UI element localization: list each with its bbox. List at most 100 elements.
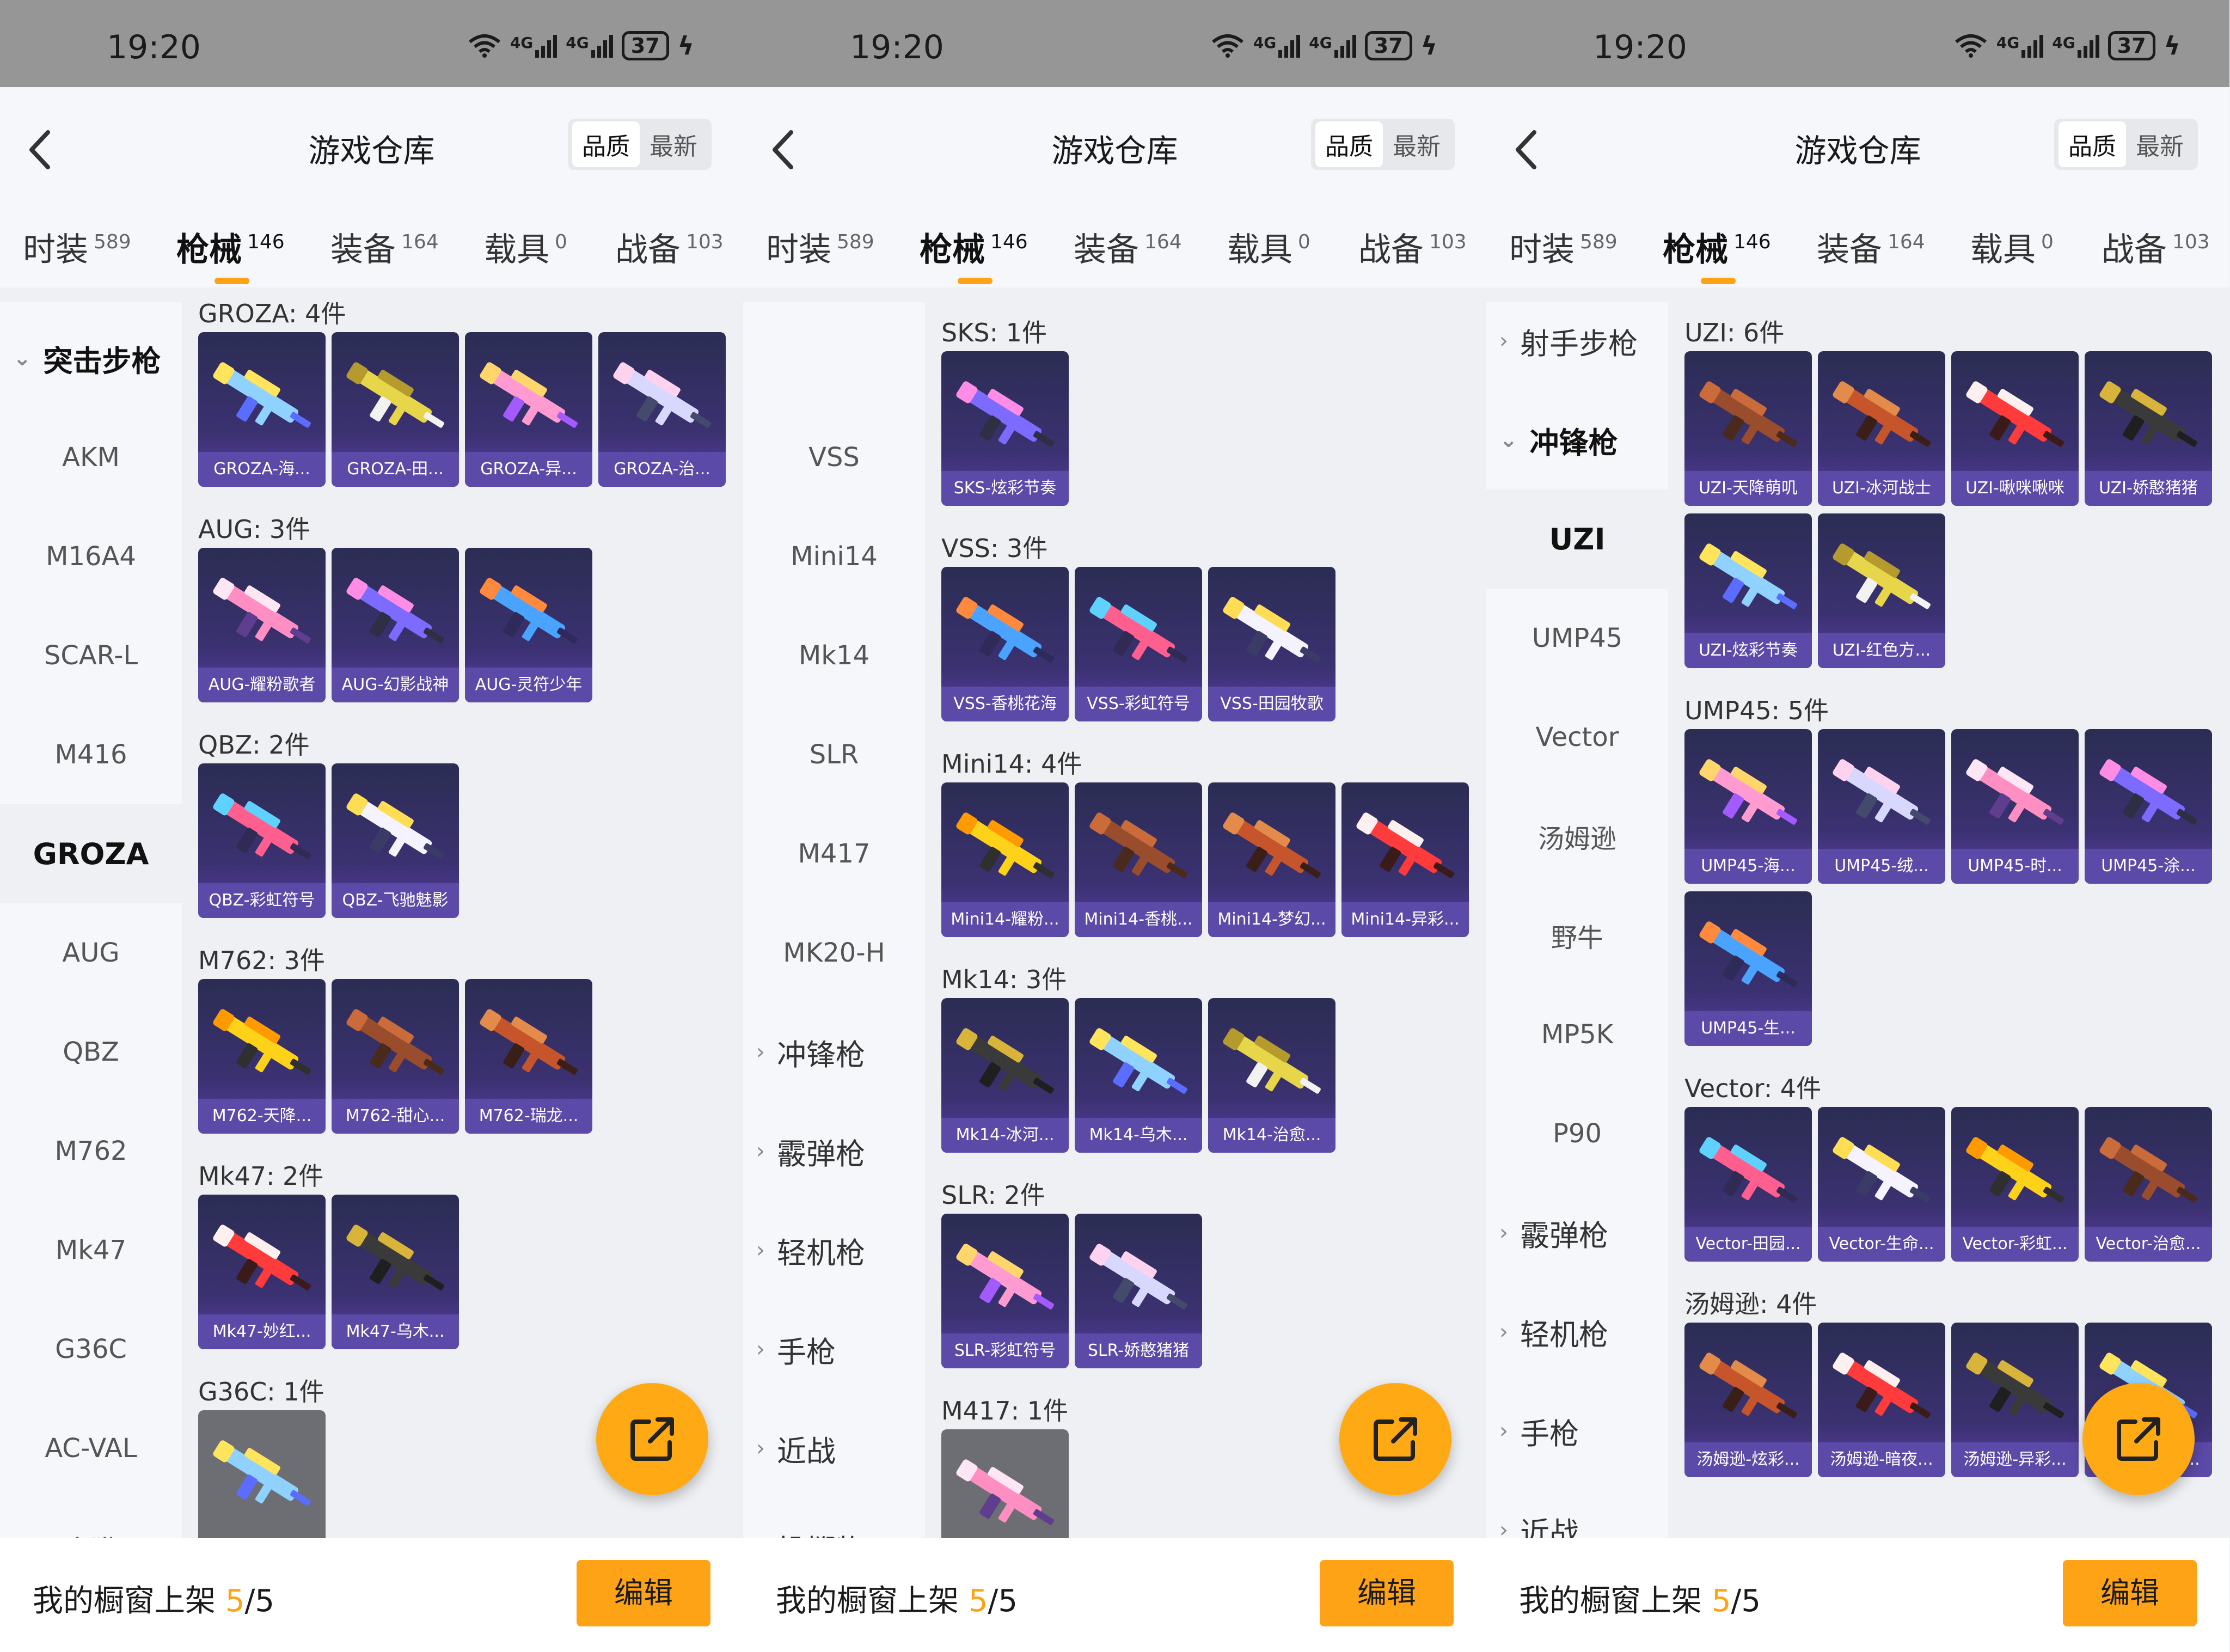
weapon-skin-card[interactable]: VSS-田园牧歌 [1208, 567, 1335, 721]
weapon-skin-card[interactable]: VSS-香桃花海 [941, 567, 1069, 721]
sidebar-item[interactable]: › 轻机枪 [1486, 1282, 1668, 1381]
sidebar-item[interactable]: › 手枪 [1486, 1381, 1668, 1480]
tab-3[interactable]: 载具 0 [1227, 223, 1310, 271]
sidebar-item[interactable]: SKS [743, 302, 925, 326]
weapon-skin-card[interactable]: 汤姆逊-暗夜... [1818, 1323, 1945, 1477]
sidebar-item[interactable]: › 近战 [1486, 1480, 1668, 1539]
weapon-skin-card[interactable]: 汤姆逊-炫彩... [1684, 1323, 1812, 1477]
tab-1[interactable]: 枪械 146 [920, 223, 1028, 284]
sidebar-item[interactable]: › 霰弹枪 [743, 1102, 925, 1201]
share-button[interactable] [2082, 1383, 2195, 1495]
tab-4[interactable]: 战备 103 [1358, 223, 1467, 271]
sidebar-item[interactable]: ›投掷物 [743, 1498, 925, 1539]
sidebar-item[interactable]: 突猫 [0, 1498, 182, 1538]
sidebar-item[interactable]: P90 [1486, 1084, 1668, 1183]
weapon-skin-card[interactable]: M762-天降... [198, 979, 326, 1134]
tab-2[interactable]: 装备 164 [1074, 223, 1182, 271]
sort-newest-button[interactable]: 最新 [2126, 121, 2194, 167]
weapon-skin-card[interactable] [198, 1410, 326, 1538]
edit-button[interactable]: 编辑 [577, 1560, 710, 1626]
sidebar-item[interactable]: Mk14 [743, 606, 925, 705]
sidebar-item[interactable]: QBZ [0, 1002, 182, 1102]
sidebar-item[interactable]: Mk47 [0, 1201, 182, 1300]
weapon-skin-card[interactable]: M762-甜心... [332, 979, 459, 1134]
sort-toggle[interactable]: 品质 最新 [568, 119, 712, 170]
weapon-skin-card[interactable]: AUG-幻影战神 [332, 548, 459, 702]
sidebar-item[interactable]: GROZA [0, 804, 182, 903]
weapon-skin-card[interactable]: Mini14-耀粉... [941, 782, 1069, 937]
sidebar-item[interactable]: AUG [0, 903, 182, 1002]
weapon-skin-card[interactable]: Mk14-治愈... [1208, 998, 1335, 1153]
tab-0[interactable]: 时装 589 [766, 223, 874, 271]
sort-quality-button[interactable]: 品质 [1315, 121, 1383, 167]
weapon-skin-card[interactable]: GROZA-治... [598, 332, 726, 487]
sidebar-item[interactable]: ⌄ 冲锋枪 [1486, 390, 1668, 490]
sort-newest-button[interactable]: 最新 [1383, 121, 1450, 167]
sidebar-item[interactable]: › 近战 [743, 1399, 925, 1498]
sort-toggle[interactable]: 品质 最新 [1311, 119, 1455, 170]
weapon-skin-card[interactable]: AUG-耀粉歌者 [198, 548, 326, 702]
weapon-skin-card[interactable]: Vector-治愈... [2085, 1107, 2212, 1262]
sidebar-item[interactable]: UMP45 [1486, 589, 1668, 688]
sidebar-item[interactable]: › 轻机枪 [743, 1201, 925, 1300]
tab-3[interactable]: 载具 0 [1970, 223, 2054, 271]
weapon-skin-card[interactable]: UZI-天降萌叽 [1684, 351, 1812, 506]
weapon-skin-card[interactable]: SKS-炫彩节奏 [941, 351, 1069, 506]
weapon-skin-card[interactable]: UZI-娇憨猪猪 [2085, 351, 2212, 506]
sidebar-item[interactable]: › 射手步枪 [1486, 302, 1668, 390]
tab-2[interactable]: 装备 164 [1817, 223, 1925, 271]
sidebar-item[interactable]: AKM [0, 408, 182, 507]
sidebar-item[interactable]: › 手枪 [743, 1300, 925, 1399]
sort-quality-button[interactable]: 品质 [2059, 121, 2126, 167]
tab-2[interactable]: 装备 164 [330, 223, 439, 271]
weapon-skin-card[interactable]: GROZA-田... [332, 332, 459, 487]
sidebar-item[interactable]: M416 [0, 705, 182, 804]
weapon-skin-card[interactable]: Mini14-异彩... [1341, 782, 1469, 937]
weapon-skin-card[interactable]: 汤姆逊-异彩... [1951, 1323, 2079, 1477]
weapon-skin-card[interactable]: M762-瑞龙... [465, 979, 592, 1134]
weapon-skin-card[interactable]: UMP45-海... [1684, 729, 1812, 884]
weapon-skin-card[interactable]: Mk47-乌木... [332, 1195, 459, 1349]
sidebar-item[interactable]: 野牛 [1486, 886, 1668, 985]
weapon-skin-card[interactable]: Mini14-香桃... [1075, 782, 1202, 937]
weapon-skin-card[interactable]: Vector-生命... [1818, 1107, 1945, 1262]
sort-toggle[interactable]: 品质 最新 [2054, 119, 2198, 170]
edit-button[interactable]: 编辑 [1320, 1560, 1454, 1626]
sidebar-item[interactable]: AC-VAL [0, 1399, 182, 1498]
sidebar-item[interactable]: Vector [1486, 688, 1668, 787]
sidebar-item[interactable]: ⌄ 突击步枪 [0, 309, 182, 408]
sidebar-item[interactable]: MP5K [1486, 985, 1668, 1084]
sidebar-item[interactable]: Mini14 [743, 507, 925, 606]
sort-newest-button[interactable]: 最新 [640, 121, 707, 167]
weapon-skin-card[interactable]: SLR-娇憨猪猪 [1075, 1214, 1202, 1368]
weapon-skin-card[interactable]: VSS-彩虹符号 [1075, 567, 1202, 721]
sidebar-item[interactable]: UZI [1486, 490, 1668, 589]
sidebar-item[interactable]: VSS [743, 408, 925, 507]
weapon-skin-card[interactable]: UZI-冰河战士 [1818, 351, 1945, 506]
tab-0[interactable]: 时装 589 [1509, 223, 1618, 271]
sidebar-item[interactable]: 汤姆逊 [1486, 787, 1668, 886]
weapon-skin-card[interactable]: UMP45-时... [1951, 729, 2079, 884]
sidebar-item[interactable]: M762 [0, 1102, 182, 1201]
weapon-skin-card[interactable]: UZI-啾咪啾咪 [1951, 351, 2079, 506]
weapon-skin-card[interactable]: UZI-红色方... [1818, 513, 1945, 668]
tab-1[interactable]: 枪械 146 [176, 223, 285, 284]
sidebar-item[interactable]: › 霰弹枪 [1486, 1183, 1668, 1282]
tab-4[interactable]: 战备 103 [2102, 223, 2210, 271]
weapon-skin-card[interactable]: AUG-灵符少年 [465, 548, 592, 702]
sidebar-item[interactable]: M16A4 [0, 507, 182, 606]
weapon-skin-card[interactable] [941, 1429, 1069, 1538]
weapon-skin-card[interactable]: Vector-彩虹... [1951, 1107, 2079, 1262]
weapon-skin-card[interactable]: QBZ-飞驰魅影 [332, 763, 459, 918]
weapon-skin-card[interactable]: Mk14-乌木... [1075, 998, 1202, 1153]
tab-4[interactable]: 战备 103 [615, 223, 724, 271]
sidebar-item[interactable]: M417 [743, 804, 925, 903]
tab-0[interactable]: 时装 589 [23, 223, 131, 271]
weapon-skin-card[interactable]: QBZ-彩虹符号 [198, 763, 326, 918]
weapon-skin-card[interactable]: GROZA-海... [198, 332, 326, 487]
sidebar-item[interactable]: › 冲锋枪 [743, 1002, 925, 1102]
share-button[interactable] [1339, 1383, 1451, 1495]
edit-button[interactable]: 编辑 [2063, 1560, 2197, 1626]
sort-quality-button[interactable]: 品质 [572, 121, 640, 167]
weapon-skin-card[interactable]: UZI-炫彩节奏 [1684, 513, 1812, 668]
